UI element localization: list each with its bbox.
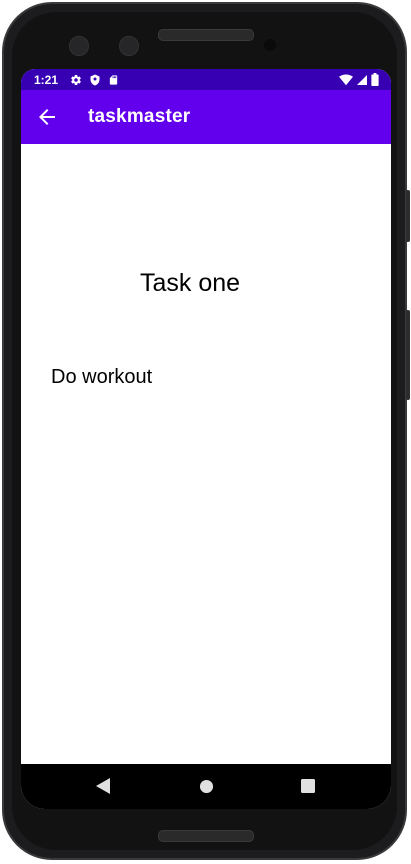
status-time: 1:21	[34, 72, 59, 87]
proximity-sensor	[264, 39, 276, 51]
volume-button[interactable]	[406, 310, 410, 400]
front-camera-icon	[69, 36, 89, 56]
task-body: Do workout	[51, 366, 153, 388]
earpiece-speaker	[158, 29, 254, 41]
system-navigation-bar	[21, 764, 391, 809]
power-button[interactable]	[406, 190, 410, 242]
page-title: taskmaster	[88, 106, 191, 127]
status-notification-icons	[70, 74, 119, 86]
status-bar: 1:21	[21, 69, 391, 90]
settings-icon	[71, 74, 81, 85]
nav-recents-button[interactable]	[296, 774, 320, 798]
device-screen: 1:21 taskmaster Task one Do workout	[21, 69, 391, 809]
status-system-icons	[339, 73, 379, 86]
sd-card-icon	[109, 74, 118, 85]
arrow-back-icon	[39, 109, 55, 125]
cell-signal-icon	[357, 74, 367, 85]
back-triangle-icon	[96, 778, 110, 794]
bottom-speaker	[158, 830, 254, 842]
front-camera-secondary-icon	[119, 36, 139, 56]
home-circle-icon	[199, 779, 213, 793]
task-detail-content: Task one Do workout	[21, 144, 391, 764]
task-title: Task one	[139, 269, 241, 297]
wifi-icon	[339, 73, 353, 85]
recents-square-icon	[301, 779, 315, 793]
nav-back-button[interactable]	[91, 774, 115, 798]
back-button[interactable]	[35, 105, 59, 129]
shield-icon	[90, 74, 100, 85]
nav-home-button[interactable]	[194, 774, 218, 798]
battery-icon	[371, 73, 379, 86]
app-bar: taskmaster	[21, 90, 391, 144]
device-frame: 1:21 taskmaster Task one Do workout	[0, 0, 411, 864]
